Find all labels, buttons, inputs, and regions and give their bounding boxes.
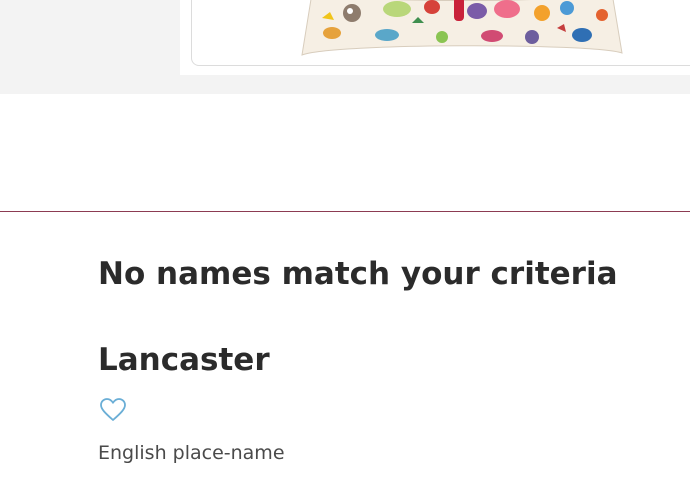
empty-results-message: No names match your criteria — [98, 256, 618, 292]
section-divider — [0, 211, 690, 212]
name-origin: English place-name — [98, 442, 285, 464]
favorite-button[interactable] — [99, 397, 127, 423]
name-title[interactable]: Lancaster — [98, 340, 270, 380]
heart-outline-icon — [100, 398, 126, 421]
product-card[interactable] — [180, 0, 690, 75]
product-card-frame — [191, 0, 690, 66]
pillow-product-image — [301, 0, 623, 56]
top-band — [0, 0, 690, 94]
